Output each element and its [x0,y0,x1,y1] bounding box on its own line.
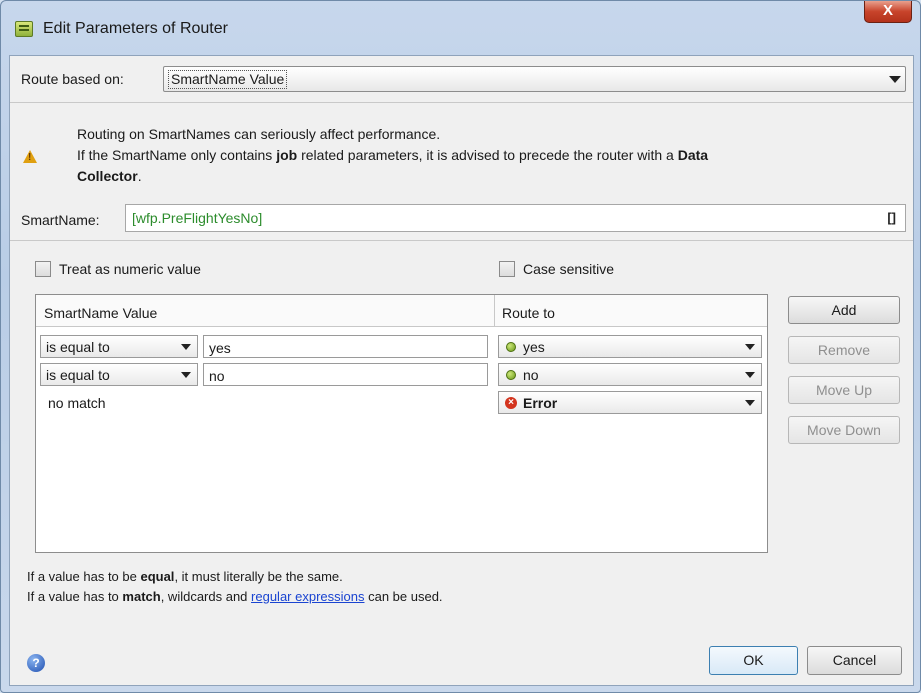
route-based-on-row: Route based on: SmartName Value [10,56,913,103]
case-sensitive-checkbox[interactable] [499,261,515,277]
route-to-value: yes [523,339,545,355]
chevron-down-icon [181,372,191,378]
note-text: If a value has to [27,589,123,604]
chevron-down-icon [745,344,755,350]
ok-button[interactable]: OK [709,646,798,675]
note-bold-match: match [122,589,161,604]
chevron-down-icon [181,344,191,350]
match-value-input[interactable]: yes [203,335,488,358]
match-value: yes [209,340,231,356]
operator-value: is equal to [46,367,110,383]
route-based-on-select[interactable]: SmartName Value [163,66,906,92]
smartname-value: [wfp.PreFlightYesNo] [132,210,263,226]
note-match: If a value has to match, wildcards and r… [27,589,443,604]
route-based-on-label: Route based on: [21,71,124,87]
note-equal: If a value has to be equal, it must lite… [27,569,343,584]
remove-button[interactable]: Remove [788,336,900,364]
close-button[interactable]: X [864,1,912,23]
warning-text: If the SmartName only contains [77,147,277,163]
chevron-down-icon [745,400,755,406]
match-value: no [209,368,225,384]
title-bar: Edit Parameters of Router X [1,1,920,55]
smartname-label: SmartName: [21,212,100,228]
error-icon: × [505,397,517,409]
green-dot-icon [506,342,516,352]
column-header-route[interactable]: Route to [502,305,555,321]
route-to-select[interactable]: no [498,363,762,386]
note-text: If a value has to be [27,569,141,584]
add-button[interactable]: Add [788,296,900,324]
column-divider[interactable] [494,295,495,327]
regular-expressions-link[interactable]: regular expressions [251,589,364,604]
route-to-select[interactable]: yes [498,335,762,358]
green-dot-icon [506,370,516,380]
warning-bold-job: job [276,147,298,163]
warning-bold-data: Data [677,147,709,163]
numeric-value-checkbox[interactable] [35,261,51,277]
warning-line-2: If the SmartName only contains job relat… [77,145,877,166]
operator-value: is equal to [46,339,110,355]
note-text: , it must literally be the same. [174,569,343,584]
routing-table: SmartName Value Route to is equal to yes… [35,294,768,553]
warning-text: . [137,168,142,184]
no-match-label: no match [48,395,106,411]
router-app-icon [15,21,33,37]
note-text: , wildcards and [160,589,252,604]
move-up-button[interactable]: Move Up [788,376,900,404]
help-icon[interactable]: ? [27,654,45,672]
table-header: SmartName Value Route to [36,295,767,327]
cancel-button[interactable]: Cancel [807,646,902,675]
case-sensitive-label: Case sensitive [523,261,615,277]
warning-icon [23,150,37,163]
warning-text: related parameters, it is advised to pre… [297,147,678,163]
smartname-picker-button[interactable]: [] [887,210,896,225]
dialog-client-area: Route based on: SmartName Value Routing … [9,55,914,686]
no-match-route-select[interactable]: × Error [498,391,762,414]
numeric-value-label: Treat as numeric value [59,261,201,277]
route-to-value: Error [523,395,558,411]
move-down-button[interactable]: Move Down [788,416,900,444]
divider [10,240,913,241]
smartname-input[interactable]: [wfp.PreFlightYesNo] [] [125,204,906,232]
column-header-value[interactable]: SmartName Value [44,305,157,321]
performance-warning: Routing on SmartNames can seriously affe… [77,124,877,187]
warning-bold-collector: Collector [77,168,138,184]
route-to-value: no [523,367,539,383]
route-based-on-value: SmartName Value [168,70,288,89]
dialog-window: Edit Parameters of Router X Route based … [0,0,921,693]
note-text: can be used. [364,589,443,604]
dialog-title: Edit Parameters of Router [43,20,228,37]
operator-select[interactable]: is equal to [40,363,198,386]
match-value-input[interactable]: no [203,363,488,386]
warning-line-3: Collector. [77,166,877,187]
chevron-down-icon [745,372,755,378]
warning-line-1: Routing on SmartNames can seriously affe… [77,126,441,142]
note-bold-equal: equal [140,569,175,584]
operator-select[interactable]: is equal to [40,335,198,358]
chevron-down-icon [889,76,901,83]
